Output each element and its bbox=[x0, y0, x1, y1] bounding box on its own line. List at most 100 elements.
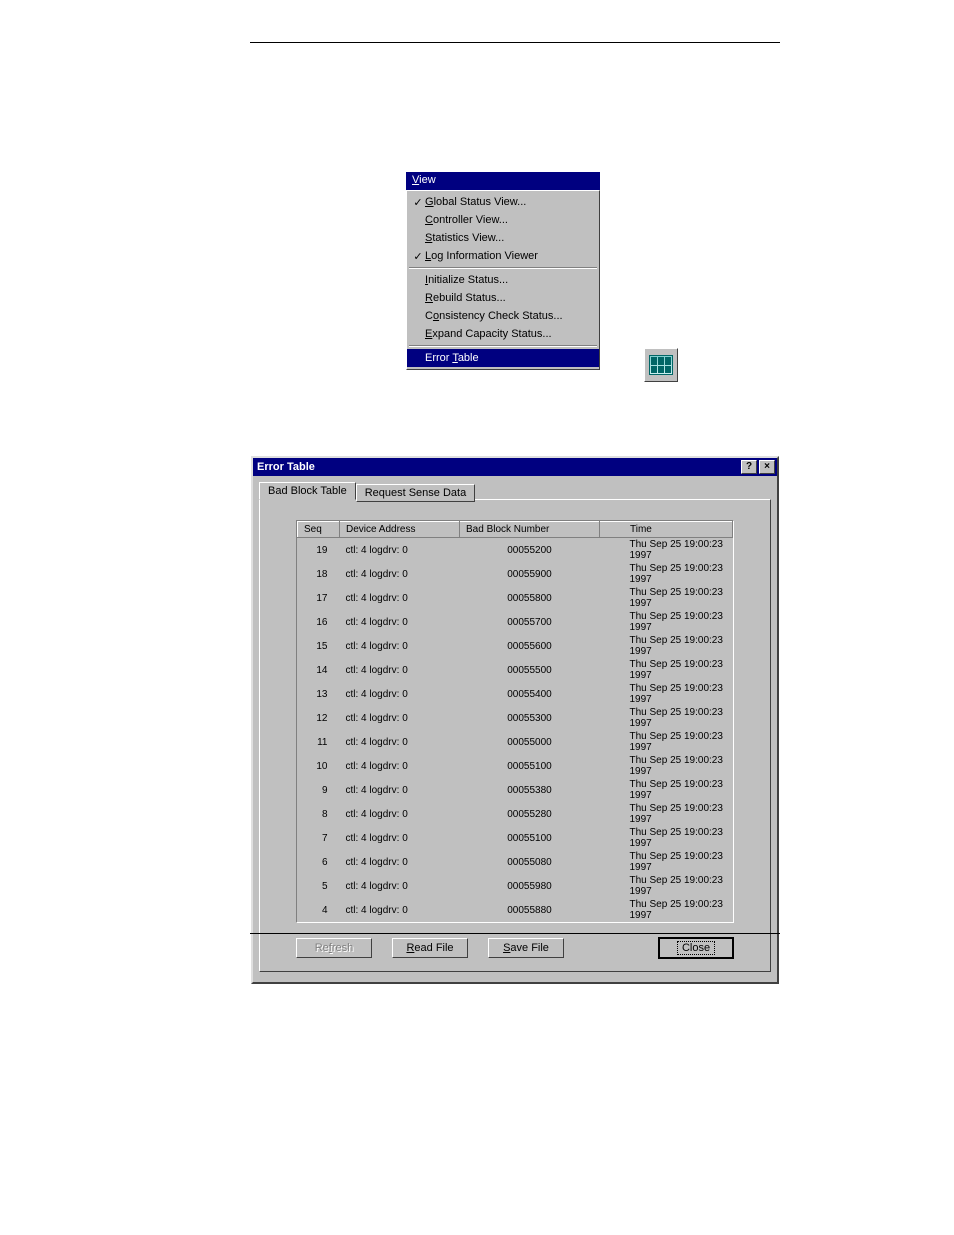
cell-bad-block-number: 00055980 bbox=[460, 874, 600, 898]
menu-separator bbox=[409, 267, 597, 269]
cell-seq: 17 bbox=[298, 586, 340, 610]
save-file-button[interactable]: Save File bbox=[488, 938, 564, 958]
menu-item-controller-view[interactable]: Controller View... bbox=[407, 211, 599, 229]
cell-seq: 9 bbox=[298, 778, 340, 802]
cell-device-address: ctl: 4 logdrv: 0 bbox=[340, 802, 460, 826]
cell-time: Thu Sep 25 19:00:23 1997 bbox=[600, 826, 733, 850]
table-row[interactable]: 12ctl: 4 logdrv: 000055300Thu Sep 25 19:… bbox=[298, 706, 733, 730]
menu-item-initialize-status[interactable]: Initialize Status... bbox=[407, 271, 599, 289]
tab-request-sense-data[interactable]: Request Sense Data bbox=[356, 484, 476, 502]
table-row[interactable]: 6ctl: 4 logdrv: 000055080Thu Sep 25 19:0… bbox=[298, 850, 733, 874]
error-table-dialog: Error Table ? × Bad Block Table Request … bbox=[251, 456, 779, 984]
table-row[interactable]: 9ctl: 4 logdrv: 000055380Thu Sep 25 19:0… bbox=[298, 778, 733, 802]
cell-time: Thu Sep 25 19:00:23 1997 bbox=[600, 898, 733, 922]
col-header-bad-block-number[interactable]: Bad Block Number bbox=[460, 522, 600, 538]
cell-seq: 10 bbox=[298, 754, 340, 778]
table-row[interactable]: 4ctl: 4 logdrv: 000055880Thu Sep 25 19:0… bbox=[298, 898, 733, 922]
cell-device-address: ctl: 4 logdrv: 0 bbox=[340, 658, 460, 682]
menu-item-label: Initialize Status... bbox=[425, 274, 508, 286]
cell-time: Thu Sep 25 19:00:23 1997 bbox=[600, 874, 733, 898]
table-row[interactable]: 10ctl: 4 logdrv: 000055100Thu Sep 25 19:… bbox=[298, 754, 733, 778]
menu-item-log-information-viewer[interactable]: ✓Log Information Viewer bbox=[407, 247, 599, 265]
cell-bad-block-number: 00055000 bbox=[460, 730, 600, 754]
page-divider-bottom bbox=[250, 933, 780, 934]
read-file-button[interactable]: Read File bbox=[392, 938, 468, 958]
menu-item-rebuild-status[interactable]: Rebuild Status... bbox=[407, 289, 599, 307]
cell-bad-block-number: 00055300 bbox=[460, 706, 600, 730]
cell-seq: 12 bbox=[298, 706, 340, 730]
help-icon: ? bbox=[746, 462, 752, 472]
view-menu-body: ✓Global Status View... Controller View...… bbox=[406, 190, 600, 370]
table-row[interactable]: 17ctl: 4 logdrv: 000055800Thu Sep 25 19:… bbox=[298, 586, 733, 610]
menu-item-error-table[interactable]: Error Table bbox=[407, 349, 599, 367]
menu-item-label: Statistics View... bbox=[425, 232, 504, 244]
page-divider-top bbox=[250, 42, 780, 43]
tab-bad-block-table[interactable]: Bad Block Table bbox=[259, 482, 356, 500]
cell-time: Thu Sep 25 19:00:23 1997 bbox=[600, 634, 733, 658]
menu-item-consistency-check-status[interactable]: Consistency Check Status... bbox=[407, 307, 599, 325]
menu-separator bbox=[409, 345, 597, 347]
cell-time: Thu Sep 25 19:00:23 1997 bbox=[600, 538, 733, 563]
tab-label: Request Sense Data bbox=[365, 487, 467, 499]
view-menu-title[interactable]: View bbox=[406, 172, 600, 190]
cell-bad-block-number: 00055200 bbox=[460, 538, 600, 563]
table-row[interactable]: 7ctl: 4 logdrv: 000055100Thu Sep 25 19:0… bbox=[298, 826, 733, 850]
col-header-time[interactable]: Time bbox=[600, 522, 733, 538]
grid-icon bbox=[649, 355, 673, 375]
cell-bad-block-number: 00055880 bbox=[460, 898, 600, 922]
close-dialog-button[interactable]: Close bbox=[658, 937, 734, 959]
bad-block-grid: Seq Device Address Bad Block Number Time… bbox=[296, 520, 734, 923]
table-row[interactable]: 5ctl: 4 logdrv: 000055980Thu Sep 25 19:0… bbox=[298, 874, 733, 898]
cell-bad-block-number: 00055400 bbox=[460, 682, 600, 706]
cell-device-address: ctl: 4 logdrv: 0 bbox=[340, 586, 460, 610]
table-row[interactable]: 18ctl: 4 logdrv: 000055900Thu Sep 25 19:… bbox=[298, 562, 733, 586]
cell-bad-block-number: 00055800 bbox=[460, 586, 600, 610]
refresh-button: Refresh bbox=[296, 938, 372, 958]
cell-bad-block-number: 00055500 bbox=[460, 658, 600, 682]
table-row[interactable]: 14ctl: 4 logdrv: 000055500Thu Sep 25 19:… bbox=[298, 658, 733, 682]
cell-seq: 15 bbox=[298, 634, 340, 658]
close-button[interactable]: × bbox=[759, 460, 775, 474]
cell-bad-block-number: 00055600 bbox=[460, 634, 600, 658]
cell-seq: 7 bbox=[298, 826, 340, 850]
cell-device-address: ctl: 4 logdrv: 0 bbox=[340, 610, 460, 634]
cell-device-address: ctl: 4 logdrv: 0 bbox=[340, 754, 460, 778]
help-button[interactable]: ? bbox=[741, 460, 757, 474]
menu-item-label: Rebuild Status... bbox=[425, 292, 506, 304]
close-icon: × bbox=[764, 462, 770, 472]
menu-item-label: Log Information Viewer bbox=[425, 250, 538, 262]
view-menu-title-text: iew bbox=[419, 174, 436, 186]
menu-item-label: Controller View... bbox=[425, 214, 508, 226]
tab-label: Bad Block Table bbox=[268, 485, 347, 497]
table-row[interactable]: 8ctl: 4 logdrv: 000055280Thu Sep 25 19:0… bbox=[298, 802, 733, 826]
menu-item-label: Consistency Check Status... bbox=[425, 310, 563, 322]
menu-item-label: Error Table bbox=[425, 352, 479, 364]
cell-device-address: ctl: 4 logdrv: 0 bbox=[340, 562, 460, 586]
cell-time: Thu Sep 25 19:00:23 1997 bbox=[600, 730, 733, 754]
col-header-device-address[interactable]: Device Address bbox=[340, 522, 460, 538]
col-header-seq[interactable]: Seq bbox=[298, 522, 340, 538]
cell-seq: 6 bbox=[298, 850, 340, 874]
error-table-toolbar-button[interactable] bbox=[644, 348, 678, 382]
cell-device-address: ctl: 4 logdrv: 0 bbox=[340, 730, 460, 754]
cell-time: Thu Sep 25 19:00:23 1997 bbox=[600, 706, 733, 730]
cell-seq: 18 bbox=[298, 562, 340, 586]
cell-seq: 4 bbox=[298, 898, 340, 922]
menu-item-expand-capacity-status[interactable]: Expand Capacity Status... bbox=[407, 325, 599, 343]
cell-time: Thu Sep 25 19:00:23 1997 bbox=[600, 562, 733, 586]
cell-device-address: ctl: 4 logdrv: 0 bbox=[340, 706, 460, 730]
check-icon: ✓ bbox=[411, 250, 425, 263]
table-row[interactable]: 19ctl: 4 logdrv: 000055200Thu Sep 25 19:… bbox=[298, 538, 733, 563]
table-row[interactable]: 13ctl: 4 logdrv: 000055400Thu Sep 25 19:… bbox=[298, 682, 733, 706]
dialog-titlebar[interactable]: Error Table ? × bbox=[253, 458, 777, 476]
table-row[interactable]: 11ctl: 4 logdrv: 000055000Thu Sep 25 19:… bbox=[298, 730, 733, 754]
cell-device-address: ctl: 4 logdrv: 0 bbox=[340, 850, 460, 874]
cell-time: Thu Sep 25 19:00:23 1997 bbox=[600, 850, 733, 874]
table-row[interactable]: 16ctl: 4 logdrv: 000055700Thu Sep 25 19:… bbox=[298, 610, 733, 634]
cell-time: Thu Sep 25 19:00:23 1997 bbox=[600, 658, 733, 682]
cell-time: Thu Sep 25 19:00:23 1997 bbox=[600, 586, 733, 610]
menu-item-statistics-view[interactable]: Statistics View... bbox=[407, 229, 599, 247]
table-row[interactable]: 15ctl: 4 logdrv: 000055600Thu Sep 25 19:… bbox=[298, 634, 733, 658]
menu-item-global-status-view[interactable]: ✓Global Status View... bbox=[407, 193, 599, 211]
cell-seq: 16 bbox=[298, 610, 340, 634]
